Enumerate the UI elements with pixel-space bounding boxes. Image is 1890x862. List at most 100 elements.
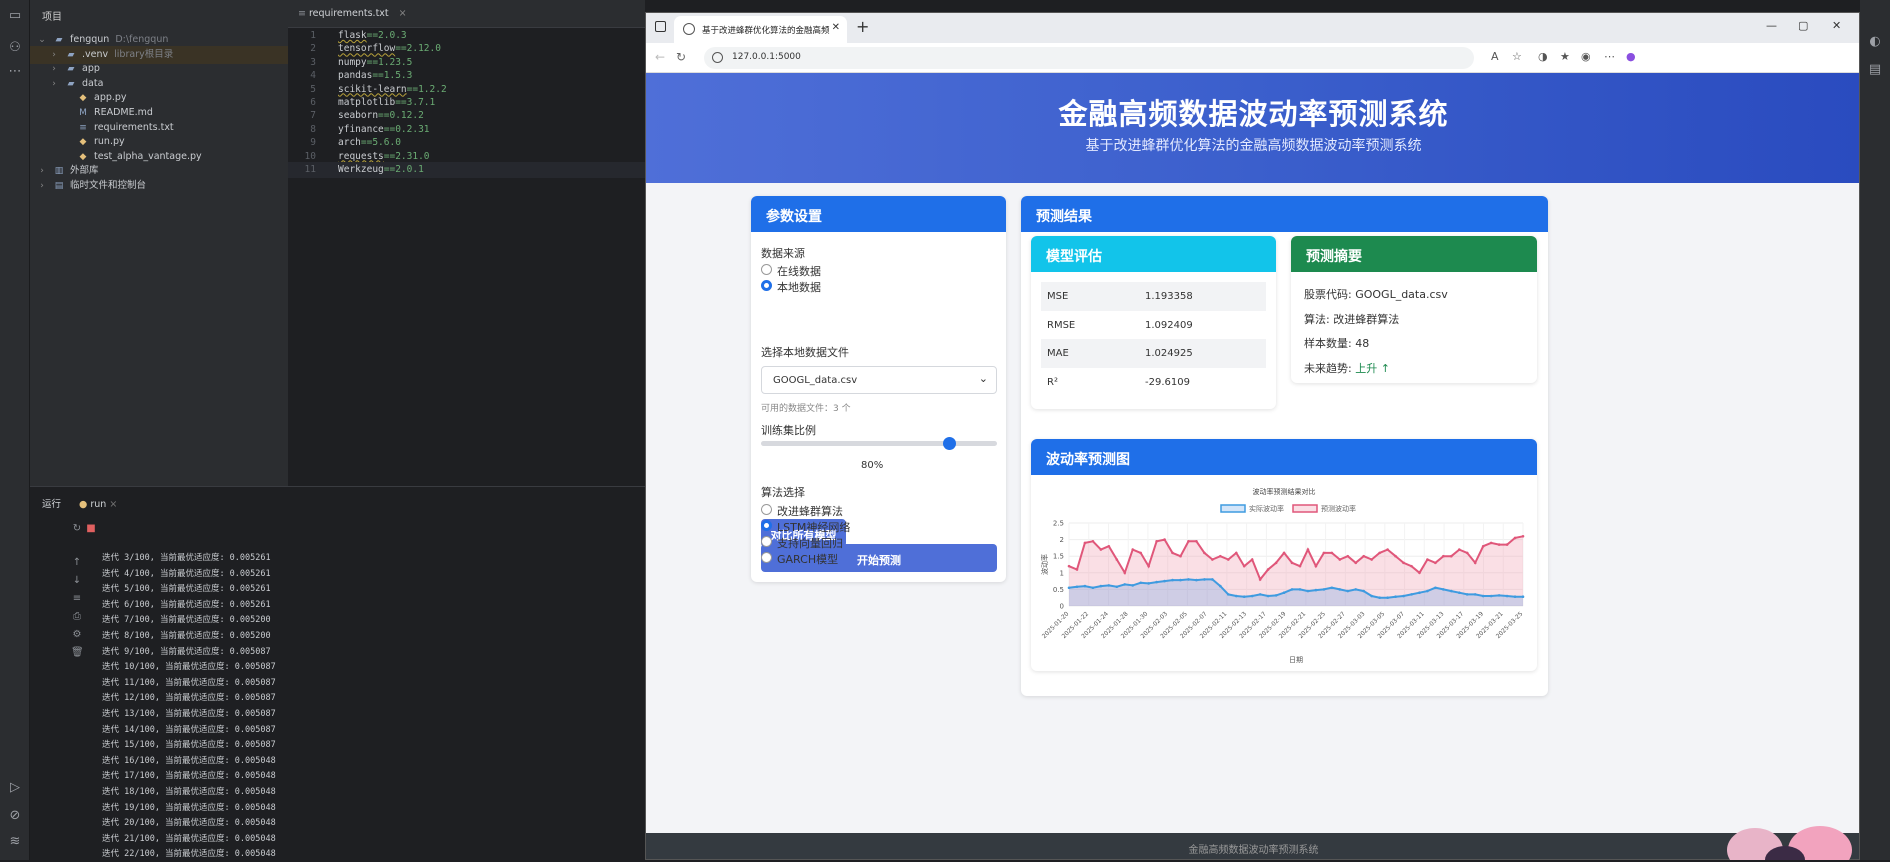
stop-icon[interactable]: ■ [85, 523, 97, 534]
metric-row: MAE 1.024925 [1041, 339, 1266, 368]
menu-icon[interactable]: ⋯ [1604, 50, 1615, 63]
address-bar-row: ← ↻ 127.0.0.1:5000 A ☆ ◑ ★ ◉ ⋯ ● [646, 43, 1859, 73]
radio-button[interactable] [761, 264, 772, 275]
favorites-icon[interactable]: ★ [1560, 50, 1570, 63]
close-window-icon[interactable]: ✕ [1832, 19, 1841, 32]
data-point [1314, 588, 1318, 592]
close-icon[interactable]: × [399, 8, 407, 19]
browser-window: 基于改进蜂群优化算法的金融高频 ✕ + — ▢ ✕ ← ↻ 127.0.0.1:… [645, 12, 1860, 860]
data-point [1457, 591, 1461, 595]
run-label[interactable]: 运行 [42, 499, 61, 510]
data-point [1274, 594, 1278, 597]
editor-tab[interactable]: requirements.txt [309, 8, 389, 19]
radio-label[interactable]: 改进蜂群算法 [777, 503, 843, 519]
wrap-icon[interactable]: ≡ [71, 593, 83, 604]
radio-label[interactable]: GARCH模型 [777, 551, 838, 567]
python-icon: ● [79, 499, 88, 510]
close-icon[interactable]: ✕ [832, 22, 840, 33]
radio-button[interactable] [761, 280, 772, 291]
metric-value: 1.092409 [1145, 319, 1193, 331]
data-point [1099, 584, 1103, 588]
code-editor[interactable]: ≡ requirements.txt × 1 flask==2.0.3 2 tensor… [288, 0, 645, 486]
copilot-icon[interactable]: ● [1626, 50, 1636, 63]
radio-label[interactable]: 本地数据 [777, 279, 821, 295]
tab-actions-icon[interactable] [655, 21, 666, 32]
back-icon[interactable]: ← [655, 50, 665, 64]
run-tool-icon[interactable]: ▷ [7, 780, 23, 796]
minimize-icon[interactable]: — [1766, 19, 1777, 32]
rerun-icon[interactable]: ↻ [71, 523, 83, 534]
tree-item[interactable]: › ▤ 临时文件和控制台 [30, 177, 146, 195]
structure-icon[interactable]: ⚇ [7, 40, 23, 56]
metric-name: RMSE [1047, 319, 1076, 331]
refresh-icon[interactable]: ↻ [676, 50, 686, 64]
data-point [1242, 564, 1246, 568]
slider-thumb[interactable] [943, 437, 957, 450]
data-point [1410, 593, 1413, 596]
data-point [1219, 584, 1222, 588]
data-point [1163, 579, 1166, 583]
layers-icon[interactable]: ≋ [7, 834, 23, 850]
new-tab-icon[interactable]: + [856, 17, 869, 36]
radio-button[interactable] [761, 504, 772, 515]
close-icon[interactable]: × [109, 499, 117, 510]
ai-assistant-icon[interactable]: ◐ [1867, 34, 1883, 50]
ratio-slider[interactable] [761, 437, 997, 450]
volatility-chart: 波动率预测结果对比实际波动率 预测波动率00.511.522.5波动率2025-0… [1040, 487, 1525, 664]
log-line: 迭代 11/100, 当前最优适应度: 0.005087 [102, 677, 276, 688]
project-tool-icon[interactable]: ▭ [7, 8, 23, 24]
project-label[interactable]: 项目 [30, 0, 288, 28]
log-line: 迭代 5/100, 当前最优适应度: 0.005261 [102, 584, 271, 595]
data-point [1075, 568, 1079, 571]
data-point [1306, 548, 1310, 551]
radio-label[interactable]: LSTM神经网络 [777, 519, 850, 535]
delete-icon[interactable]: 🗑 [71, 647, 84, 658]
metric-row: R² -29.6109 [1041, 368, 1266, 397]
split-screen-icon[interactable]: ◑ [1538, 50, 1548, 63]
file-select[interactable]: GOOGL_data.csv ⌄ [761, 366, 997, 394]
y-tick-label: 1.5 [1053, 553, 1064, 561]
run-tab[interactable]: run [90, 499, 106, 510]
profile-icon[interactable]: ◉ [1581, 50, 1591, 63]
summary-item: 样本数量: 48 [1304, 335, 1369, 351]
data-point [1298, 564, 1302, 568]
chevron-right-icon[interactable]: › [36, 177, 48, 195]
scroll-down-icon[interactable]: ↓ [71, 575, 83, 586]
radio-button[interactable] [761, 552, 772, 563]
code-line: 11 Werkzeug==2.0.1 [288, 162, 645, 178]
settings-icon[interactable]: ⚙ [71, 629, 83, 640]
url-text: 127.0.0.1:5000 [732, 52, 801, 62]
radio-button[interactable] [761, 520, 772, 531]
summary-key: 未来趋势: [1304, 361, 1356, 375]
log-line: 迭代 9/100, 当前最优适应度: 0.005087 [102, 646, 271, 657]
data-point [1067, 586, 1071, 590]
y-tick-label: 0 [1060, 603, 1064, 611]
data-point [1219, 554, 1222, 558]
data-point [1442, 588, 1445, 591]
read-aloud-icon[interactable]: A [1491, 50, 1499, 63]
source-label: 数据来源 [761, 247, 805, 260]
favorite-icon[interactable]: ☆ [1512, 50, 1522, 63]
more-icon[interactable]: ⋯ [7, 64, 23, 80]
metric-value: 1.193358 [1145, 291, 1193, 302]
tree-item-path: D:\fengqun [115, 34, 169, 45]
log-line: 迭代 6/100, 当前最优适应度: 0.005261 [102, 599, 271, 610]
log-line: 迭代 21/100, 当前最优适应度: 0.005048 [102, 833, 276, 844]
radio-label[interactable]: 支持向量回归 [777, 535, 843, 551]
package-name: seaborn [338, 110, 379, 122]
print-icon[interactable]: ⎙ [71, 611, 83, 622]
maximize-icon[interactable]: ▢ [1798, 19, 1808, 32]
radio-button[interactable] [761, 536, 772, 547]
problems-icon[interactable]: ⊘ [7, 808, 23, 824]
data-point [1338, 558, 1342, 561]
database-icon[interactable]: ▤ [1867, 62, 1883, 78]
scroll-up-icon[interactable]: ↑ [71, 557, 83, 568]
log-line: 迭代 13/100, 当前最优适应度: 0.005087 [102, 709, 276, 719]
info-icon[interactable] [712, 52, 723, 63]
browser-tab[interactable]: 基于改进蜂群优化算法的金融高频 ✕ [674, 16, 847, 43]
data-point [1155, 539, 1158, 543]
data-point [1386, 548, 1389, 551]
radio-label[interactable]: 在线数据 [777, 263, 821, 279]
url-input[interactable]: 127.0.0.1:5000 [704, 47, 1474, 69]
run-panel: 运行 ● run × ↻ ■ ↑ ↓ ≡ ⎙ ⚙ 🗑 迭代 3/100, 当前最优… [30, 486, 645, 860]
